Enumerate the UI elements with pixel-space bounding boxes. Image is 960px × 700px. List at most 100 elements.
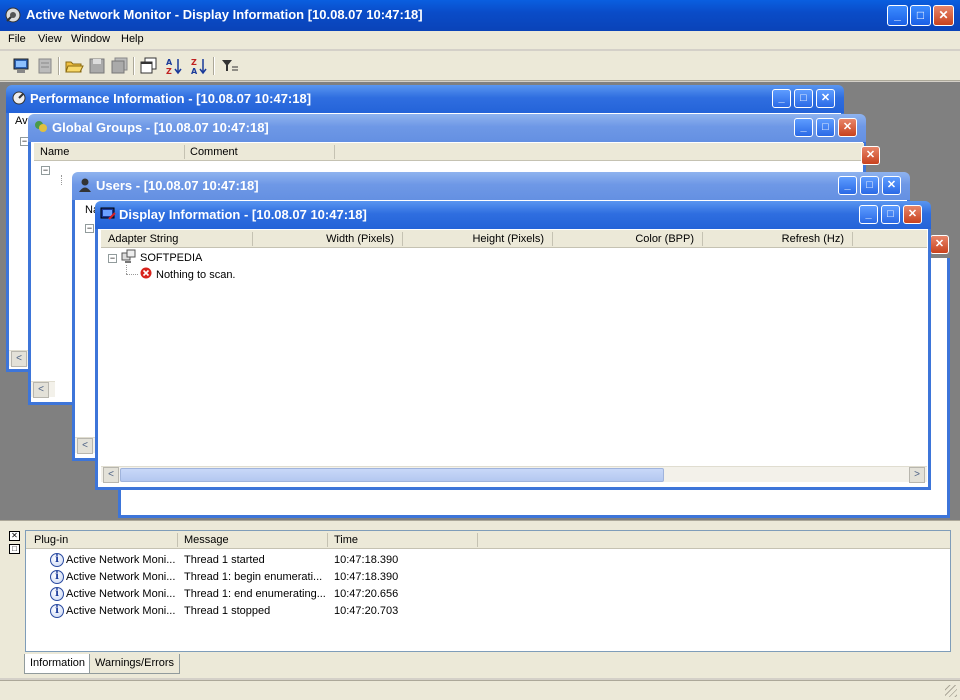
menu-help[interactable]: Help <box>121 33 144 45</box>
maximize-button[interactable]: □ <box>881 205 900 224</box>
column-comment[interactable]: Comment <box>190 146 238 158</box>
info-icon: i <box>50 553 64 567</box>
groups-icon <box>35 121 47 132</box>
log-plugin: Active Network Moni... <box>66 554 176 566</box>
log-row[interactable]: i Active Network Moni... Thread 1: end e… <box>26 586 926 603</box>
info-icon: i <box>50 604 64 618</box>
menu-view[interactable]: View <box>38 33 62 45</box>
column-height[interactable]: Height (Pixels) <box>472 233 544 245</box>
horizontal-scrollbar[interactable]: < > <box>101 466 927 483</box>
users-title: Users - [10.08.07 10:47:18] <box>96 178 259 193</box>
maximize-button[interactable]: □ <box>910 5 931 26</box>
column-plugin[interactable]: Plug-in <box>34 534 68 546</box>
tab-information[interactable]: Information <box>24 654 92 674</box>
restore-panel-icon[interactable]: □ <box>9 544 20 554</box>
resize-grip[interactable] <box>945 685 957 697</box>
global-groups-title-bar[interactable]: Global Groups - [10.08.07 10:47:18] _ □ … <box>28 114 866 142</box>
scroll-right-arrow[interactable]: > <box>909 467 925 483</box>
log-time: 10:47:18.390 <box>334 554 399 566</box>
minimize-button[interactable]: _ <box>859 205 878 224</box>
status-bar <box>0 680 960 700</box>
svg-text:A: A <box>191 67 198 76</box>
error-icon <box>140 267 152 279</box>
scroll-left-arrow[interactable]: < <box>33 382 49 398</box>
close-button[interactable]: ✕ <box>838 118 857 137</box>
display-icon <box>100 207 116 220</box>
minimize-button[interactable]: _ <box>887 5 908 26</box>
scroll-left-arrow[interactable]: < <box>77 438 93 454</box>
close-button[interactable]: ✕ <box>933 5 954 26</box>
display-window: Adapter String Width (Pixels) Height (Pi… <box>95 228 931 490</box>
maximize-button[interactable]: □ <box>816 118 835 137</box>
column-message[interactable]: Message <box>184 534 229 546</box>
log-time: 10:47:20.703 <box>334 605 399 617</box>
expander[interactable]: − <box>41 166 50 175</box>
save-all-icon[interactable] <box>110 56 130 76</box>
tree-line <box>126 265 127 274</box>
performance-icon <box>12 91 26 105</box>
performance-title: Performance Information - [10.08.07 10:4… <box>30 91 312 106</box>
display-title-bar[interactable]: Display Information - [10.08.07 10:47:18… <box>95 201 931 229</box>
user-icon <box>79 178 91 192</box>
close-button[interactable]: ✕ <box>930 235 949 254</box>
groups-column-header: Name Comment <box>34 143 864 161</box>
maximize-button[interactable]: □ <box>794 89 813 108</box>
column-name[interactable]: Name <box>40 146 69 158</box>
log-row[interactable]: i Active Network Moni... Thread 1: begin… <box>26 569 926 586</box>
minimize-button[interactable]: _ <box>838 176 857 195</box>
performance-title-bar[interactable]: Performance Information - [10.08.07 10:4… <box>6 85 844 113</box>
server-icon[interactable] <box>35 56 55 76</box>
minimize-button[interactable]: _ <box>772 89 791 108</box>
column-divider <box>702 232 703 246</box>
main-title-bar: Active Network Monitor - Display Informa… <box>0 0 960 31</box>
log-plugin: Active Network Moni... <box>66 571 176 583</box>
tree-root-label[interactable]: SOFTPEDIA <box>140 252 202 264</box>
users-title-bar[interactable]: Users - [10.08.07 10:47:18] _ □ ✕ <box>72 172 910 200</box>
expander[interactable]: − <box>108 254 117 263</box>
groups-title: Global Groups - [10.08.07 10:47:18] <box>52 120 269 135</box>
horizontal-scrollbar[interactable]: < <box>31 381 55 398</box>
log-message: Thread 1 stopped <box>184 605 271 617</box>
log-row[interactable]: i Active Network Moni... Thread 1 stoppe… <box>26 603 926 620</box>
column-width[interactable]: Width (Pixels) <box>326 233 394 245</box>
close-button[interactable]: ✕ <box>903 205 922 224</box>
filter-icon[interactable] <box>220 56 240 76</box>
column-divider <box>552 232 553 246</box>
sort-descending-icon[interactable]: Z A <box>189 56 209 76</box>
scroll-thumb[interactable] <box>120 468 664 482</box>
network-monitor-icon <box>5 7 21 23</box>
menu-bar: File View Window Help <box>0 31 960 49</box>
menu-window[interactable]: Window <box>71 33 110 45</box>
menu-file[interactable]: File <box>8 33 26 45</box>
column-divider <box>177 533 178 547</box>
scroll-left-arrow[interactable]: < <box>103 467 119 483</box>
log-message: Thread 1: end enumerating... <box>184 588 326 600</box>
save-icon[interactable] <box>87 56 107 76</box>
toolbar: A Z Z A <box>0 51 960 81</box>
open-folder-icon[interactable] <box>64 56 84 76</box>
sort-ascending-icon[interactable]: A Z <box>164 56 184 76</box>
column-divider <box>184 145 185 159</box>
computer-icon[interactable] <box>11 56 31 76</box>
display-column-header: Adapter String Width (Pixels) Height (Pi… <box>101 230 927 248</box>
close-button[interactable]: ✕ <box>861 146 880 165</box>
close-panel-icon[interactable]: ✕ <box>9 531 20 541</box>
expander[interactable]: − <box>85 224 94 233</box>
column-color[interactable]: Color (BPP) <box>635 233 694 245</box>
close-button[interactable]: ✕ <box>882 176 901 195</box>
column-time[interactable]: Time <box>334 534 358 546</box>
log-row[interactable]: i Active Network Moni... Thread 1 starte… <box>26 552 926 569</box>
column-refresh[interactable]: Refresh (Hz) <box>782 233 844 245</box>
maximize-button[interactable]: □ <box>860 176 879 195</box>
scroll-left-arrow[interactable]: < <box>11 351 27 367</box>
close-button[interactable]: ✕ <box>816 89 835 108</box>
info-icon: i <box>50 587 64 601</box>
tab-warnings-errors[interactable]: Warnings/Errors <box>89 654 181 674</box>
minimize-button[interactable]: _ <box>794 118 813 137</box>
log-column-header: Plug-in Message Time <box>26 531 950 549</box>
performance-partial-column: Av <box>15 115 28 127</box>
log-plugin: Active Network Moni... <box>66 588 176 600</box>
column-adapter-string[interactable]: Adapter String <box>108 233 178 245</box>
copy-window-icon[interactable] <box>139 56 159 76</box>
tree-child-label[interactable]: Nothing to scan. <box>156 269 236 281</box>
